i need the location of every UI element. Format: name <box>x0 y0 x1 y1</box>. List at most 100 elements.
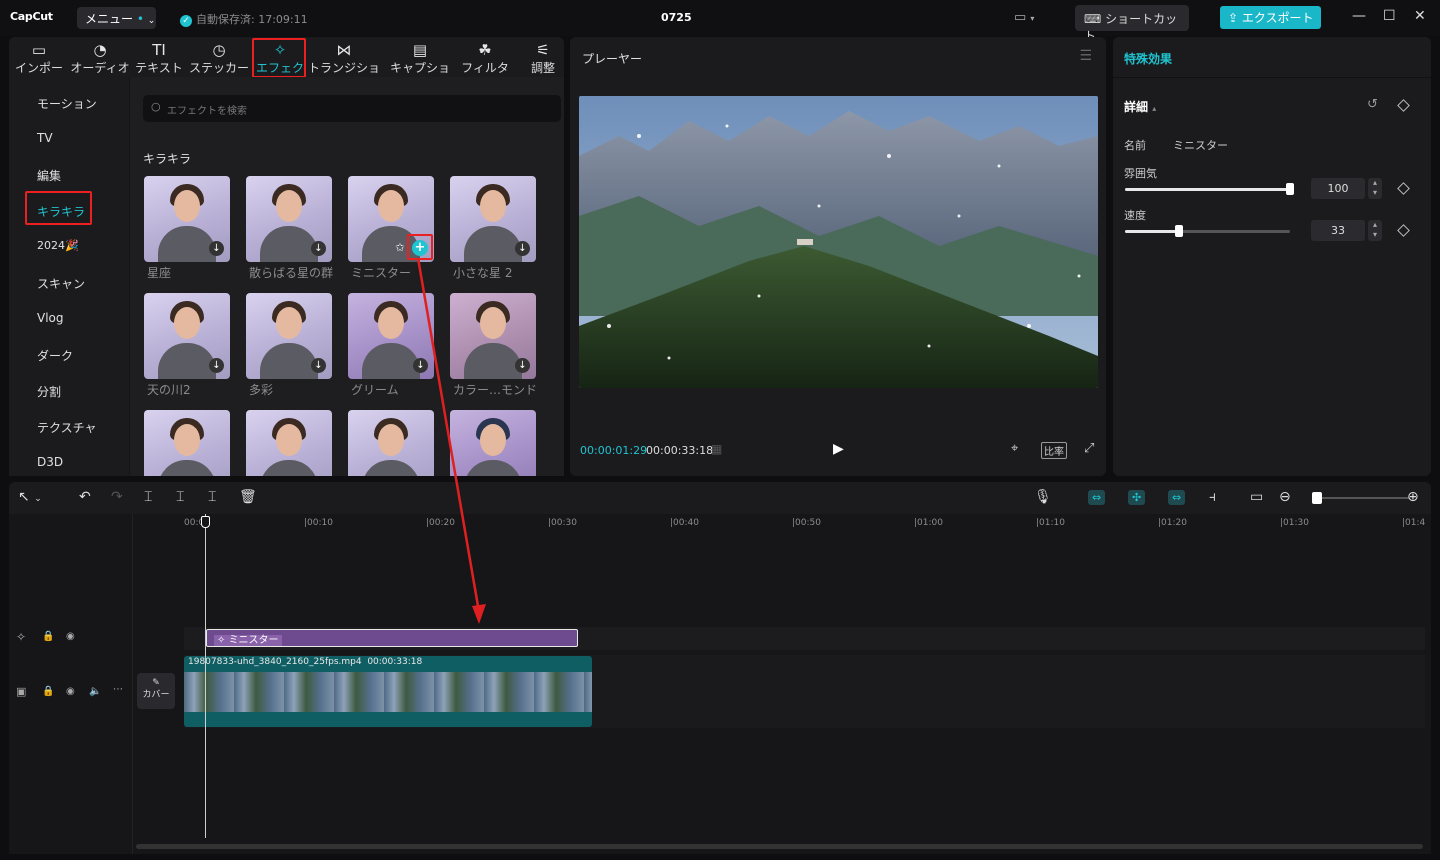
details-heading[interactable]: 詳細 ▴ <box>1124 98 1156 115</box>
download-icon[interactable]: ↓ <box>311 241 326 256</box>
tab-sticker[interactable]: ◷ ステッカー <box>189 41 249 76</box>
preview-axis-icon[interactable]: ▭ <box>1250 489 1263 505</box>
sidebar-item-edit[interactable]: 編集 <box>37 167 61 184</box>
linkage-icon[interactable]: ⇔ <box>1168 490 1186 505</box>
download-icon[interactable]: ↓ <box>209 241 224 256</box>
divider <box>1113 77 1431 78</box>
search-input[interactable]: ○ エフェクトを検索 <box>143 95 561 122</box>
video-preview[interactable] <box>579 96 1098 388</box>
split-preview-icon[interactable]: ⫞ <box>1209 489 1216 505</box>
highlight-box <box>407 234 433 260</box>
lock-icon[interactable]: 🔒 <box>42 631 54 642</box>
download-icon[interactable]: ↓ <box>515 358 530 373</box>
minimize-icon[interactable]: — <box>1352 8 1366 24</box>
trim-right-icon[interactable]: ⌶ <box>208 489 216 505</box>
ratio-button[interactable]: 比率 <box>1041 442 1067 459</box>
fit-screen-icon[interactable]: ⌖ <box>1011 441 1018 456</box>
menu-icon[interactable]: ☰ <box>1079 48 1092 64</box>
speed-stepper[interactable]: ▴ ▾ <box>1368 220 1382 241</box>
effect-card[interactable] <box>246 410 332 476</box>
tab-audio[interactable]: ◔ オーディオ <box>69 41 131 76</box>
cover-button[interactable]: ✎ カバー <box>137 673 175 709</box>
effect-label: ミニスター <box>351 266 412 280</box>
speed-slider-knob[interactable] <box>1175 225 1183 237</box>
sidebar-item-texture[interactable]: テクスチャ <box>37 419 97 436</box>
video-clip[interactable]: 19807833-uhd_3840_2160_25fps.mp4 00:00:3… <box>184 656 592 727</box>
sparkle-icon: ✧ <box>217 635 229 646</box>
effect-card-scattered-stars[interactable]: ↓ <box>246 176 332 262</box>
effect-card[interactable] <box>144 410 230 476</box>
keyframe-diamond-icon[interactable] <box>1397 99 1410 112</box>
playhead[interactable] <box>205 514 206 838</box>
effect-card[interactable] <box>450 410 536 476</box>
download-icon[interactable]: ↓ <box>209 358 224 373</box>
effect-card-color-diamond[interactable]: ↓ <box>450 293 536 379</box>
zoom-out-icon[interactable]: ⊖ <box>1279 489 1291 505</box>
snap-icon[interactable]: ✣ <box>1128 490 1146 505</box>
title-bar: CapCut メニュー • ⌄ ✓ 自動保存済: 17:09:11 0725 ▭ … <box>0 0 1440 43</box>
select-tool-icon[interactable]: ↖ ⌄ <box>18 489 42 505</box>
video-track-icon: ▣ <box>16 685 27 698</box>
atmosphere-stepper[interactable]: ▴ ▾ <box>1368 178 1382 199</box>
effect-card-constellation[interactable]: ↓ <box>144 176 230 262</box>
mountain-scene-image <box>579 96 1098 388</box>
sidebar-item-2024[interactable]: 2024🎉 <box>37 239 79 252</box>
playhead-handle[interactable] <box>201 516 210 528</box>
video-thumbnails <box>184 672 592 712</box>
sidebar-item-split[interactable]: 分割 <box>37 383 61 400</box>
sidebar-item-tv[interactable]: TV <box>37 131 53 145</box>
split-icon[interactable]: ⌶ <box>144 489 152 505</box>
link-main-track-icon[interactable]: ⇔ <box>1088 490 1106 505</box>
microphone-icon[interactable]: 🎙 <box>1034 489 1052 505</box>
zoom-in-icon[interactable]: ⊕ <box>1407 489 1419 505</box>
speed-value-input[interactable]: 33 <box>1311 220 1365 241</box>
track-headers: ✧ 🔒 ◉ ▣ 🔒 ◉ 🔈 ⋯ <box>9 514 133 854</box>
download-icon[interactable]: ↓ <box>311 358 326 373</box>
export-button[interactable]: ⇪ エクスポート <box>1220 6 1321 29</box>
effect-card-small-star-2[interactable]: ↓ <box>450 176 536 262</box>
close-icon[interactable]: ✕ <box>1414 8 1426 24</box>
sidebar-item-d3d[interactable]: D3D <box>37 455 63 469</box>
eye-icon[interactable]: ◉ <box>66 686 75 697</box>
play-icon[interactable]: ▶ <box>833 441 844 457</box>
lock-icon[interactable]: 🔒 <box>42 686 54 697</box>
effect-card[interactable] <box>348 410 434 476</box>
atmosphere-slider-knob[interactable] <box>1286 183 1294 195</box>
effect-card-gleam[interactable]: ↓ <box>348 293 434 379</box>
eye-icon[interactable]: ◉ <box>66 631 75 642</box>
delete-icon[interactable]: 🗑 <box>239 489 257 505</box>
keyframe-diamond-icon[interactable] <box>1397 224 1410 237</box>
sidebar-item-scan[interactable]: スキャン <box>37 275 85 292</box>
effect-card-colorful[interactable]: ↓ <box>246 293 332 379</box>
search-icon: ○ <box>151 100 161 113</box>
keyframe-diamond-icon[interactable] <box>1397 182 1410 195</box>
tab-adjust[interactable]: ⚟ 調整 <box>525 41 561 76</box>
shortcut-button[interactable]: ⌨ ショートカット <box>1075 5 1189 43</box>
undo-icon[interactable]: ↶ <box>79 489 91 505</box>
atmosphere-value-input[interactable]: 100 <box>1311 178 1365 199</box>
waveform-icon[interactable]: ▦ <box>711 442 722 456</box>
effect-clip[interactable]: ✧ ミニスター <box>206 629 578 647</box>
download-icon[interactable]: ↓ <box>413 358 428 373</box>
menu-button[interactable]: メニュー • ⌄ <box>77 7 156 29</box>
atmosphere-slider-fill <box>1125 188 1290 191</box>
menu-dot: • <box>136 12 144 26</box>
tab-text[interactable]: TI テキスト <box>135 41 183 76</box>
zoom-slider-knob[interactable] <box>1312 492 1322 504</box>
horizontal-scrollbar[interactable] <box>136 844 1423 849</box>
layout-icon[interactable]: ▭ ▾ <box>1014 10 1034 25</box>
redo-icon[interactable]: ↷ <box>111 489 123 505</box>
fullscreen-icon[interactable]: ⤢ <box>1084 441 1094 456</box>
speaker-icon[interactable]: 🔈 <box>89 686 101 697</box>
sidebar-item-dark[interactable]: ダーク <box>37 347 73 364</box>
sidebar-item-motion[interactable]: モーション <box>37 95 97 112</box>
trim-left-icon[interactable]: ⌶ <box>176 489 184 505</box>
zoom-slider[interactable] <box>1317 497 1409 499</box>
effect-card-milky-way-2[interactable]: ↓ <box>144 293 230 379</box>
more-icon[interactable]: ⋯ <box>113 684 123 695</box>
reset-icon[interactable]: ↺ <box>1367 97 1378 112</box>
favorite-star-icon[interactable]: ✩ <box>392 240 408 256</box>
download-icon[interactable]: ↓ <box>515 241 530 256</box>
sidebar-item-vlog[interactable]: Vlog <box>37 311 64 325</box>
maximize-icon[interactable]: ☐ <box>1383 8 1396 24</box>
